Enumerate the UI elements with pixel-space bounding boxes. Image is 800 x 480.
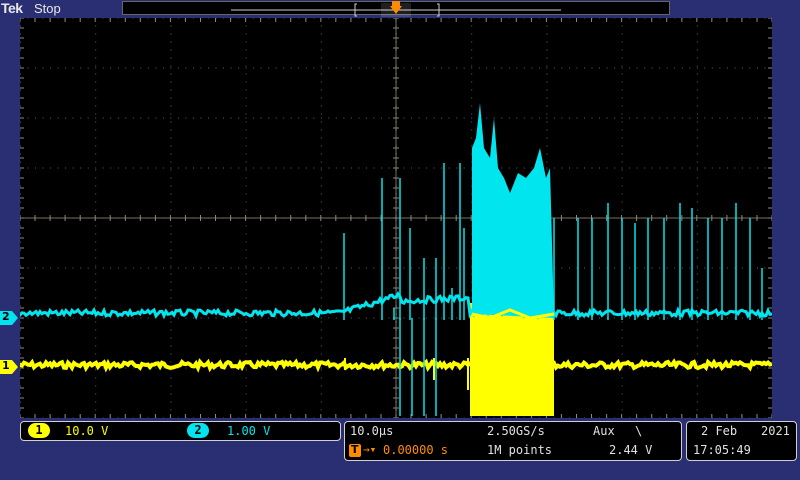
channel-2-scale: 1.00 V bbox=[227, 424, 271, 438]
top-status-bar: Tek Stop T bbox=[0, 0, 800, 38]
readout-area: 1 10.0 V 2 1.00 V 10.0µs 2.50GS/s Aux \ … bbox=[0, 418, 800, 480]
time-readout: 17:05:49 bbox=[693, 443, 751, 457]
year-readout: 2021 bbox=[761, 424, 790, 438]
channel-2-badge[interactable]: 2 bbox=[187, 423, 209, 438]
channel-1-badge[interactable]: 1 bbox=[28, 423, 50, 438]
channel-1-scale: 10.0 V bbox=[65, 424, 109, 438]
waveform-graticule bbox=[20, 18, 772, 418]
horizontal-position-readout: 0.00000 s bbox=[383, 443, 449, 457]
datetime-panel[interactable]: 2 Feb 2021 17:05:49 bbox=[686, 421, 797, 461]
sample-rate-readout: 2.50GS/s bbox=[487, 424, 545, 438]
record-length-readout: 1M points bbox=[487, 443, 553, 457]
brand-logo: Tek bbox=[1, 0, 23, 16]
trigger-source-readout: Aux bbox=[593, 424, 615, 438]
channel-1-ground-marker[interactable]: 1 bbox=[0, 359, 18, 374]
channel-1-burst bbox=[470, 303, 554, 416]
channel-scale-panel[interactable]: 1 10.0 V 2 1.00 V bbox=[20, 421, 341, 441]
date-readout: 2 Feb bbox=[701, 424, 738, 438]
trigger-level-readout: 2.44 V bbox=[609, 443, 653, 457]
acquisition-status: Stop bbox=[34, 1, 61, 16]
trigger-slope-icon: \ bbox=[635, 424, 643, 438]
channel-2-burst bbox=[472, 103, 554, 318]
timebase-readout: 10.0µs bbox=[350, 424, 394, 438]
horizontal-position-icon-label: T bbox=[351, 443, 359, 456]
waveform-display[interactable] bbox=[20, 18, 772, 418]
arrow-right-icon: →▾ bbox=[363, 443, 377, 456]
channel-2-ground-marker[interactable]: 2 bbox=[0, 310, 18, 325]
horizontal-trigger-panel[interactable]: 10.0µs 2.50GS/s Aux \ T →▾ 0.00000 s 1M … bbox=[344, 421, 682, 461]
